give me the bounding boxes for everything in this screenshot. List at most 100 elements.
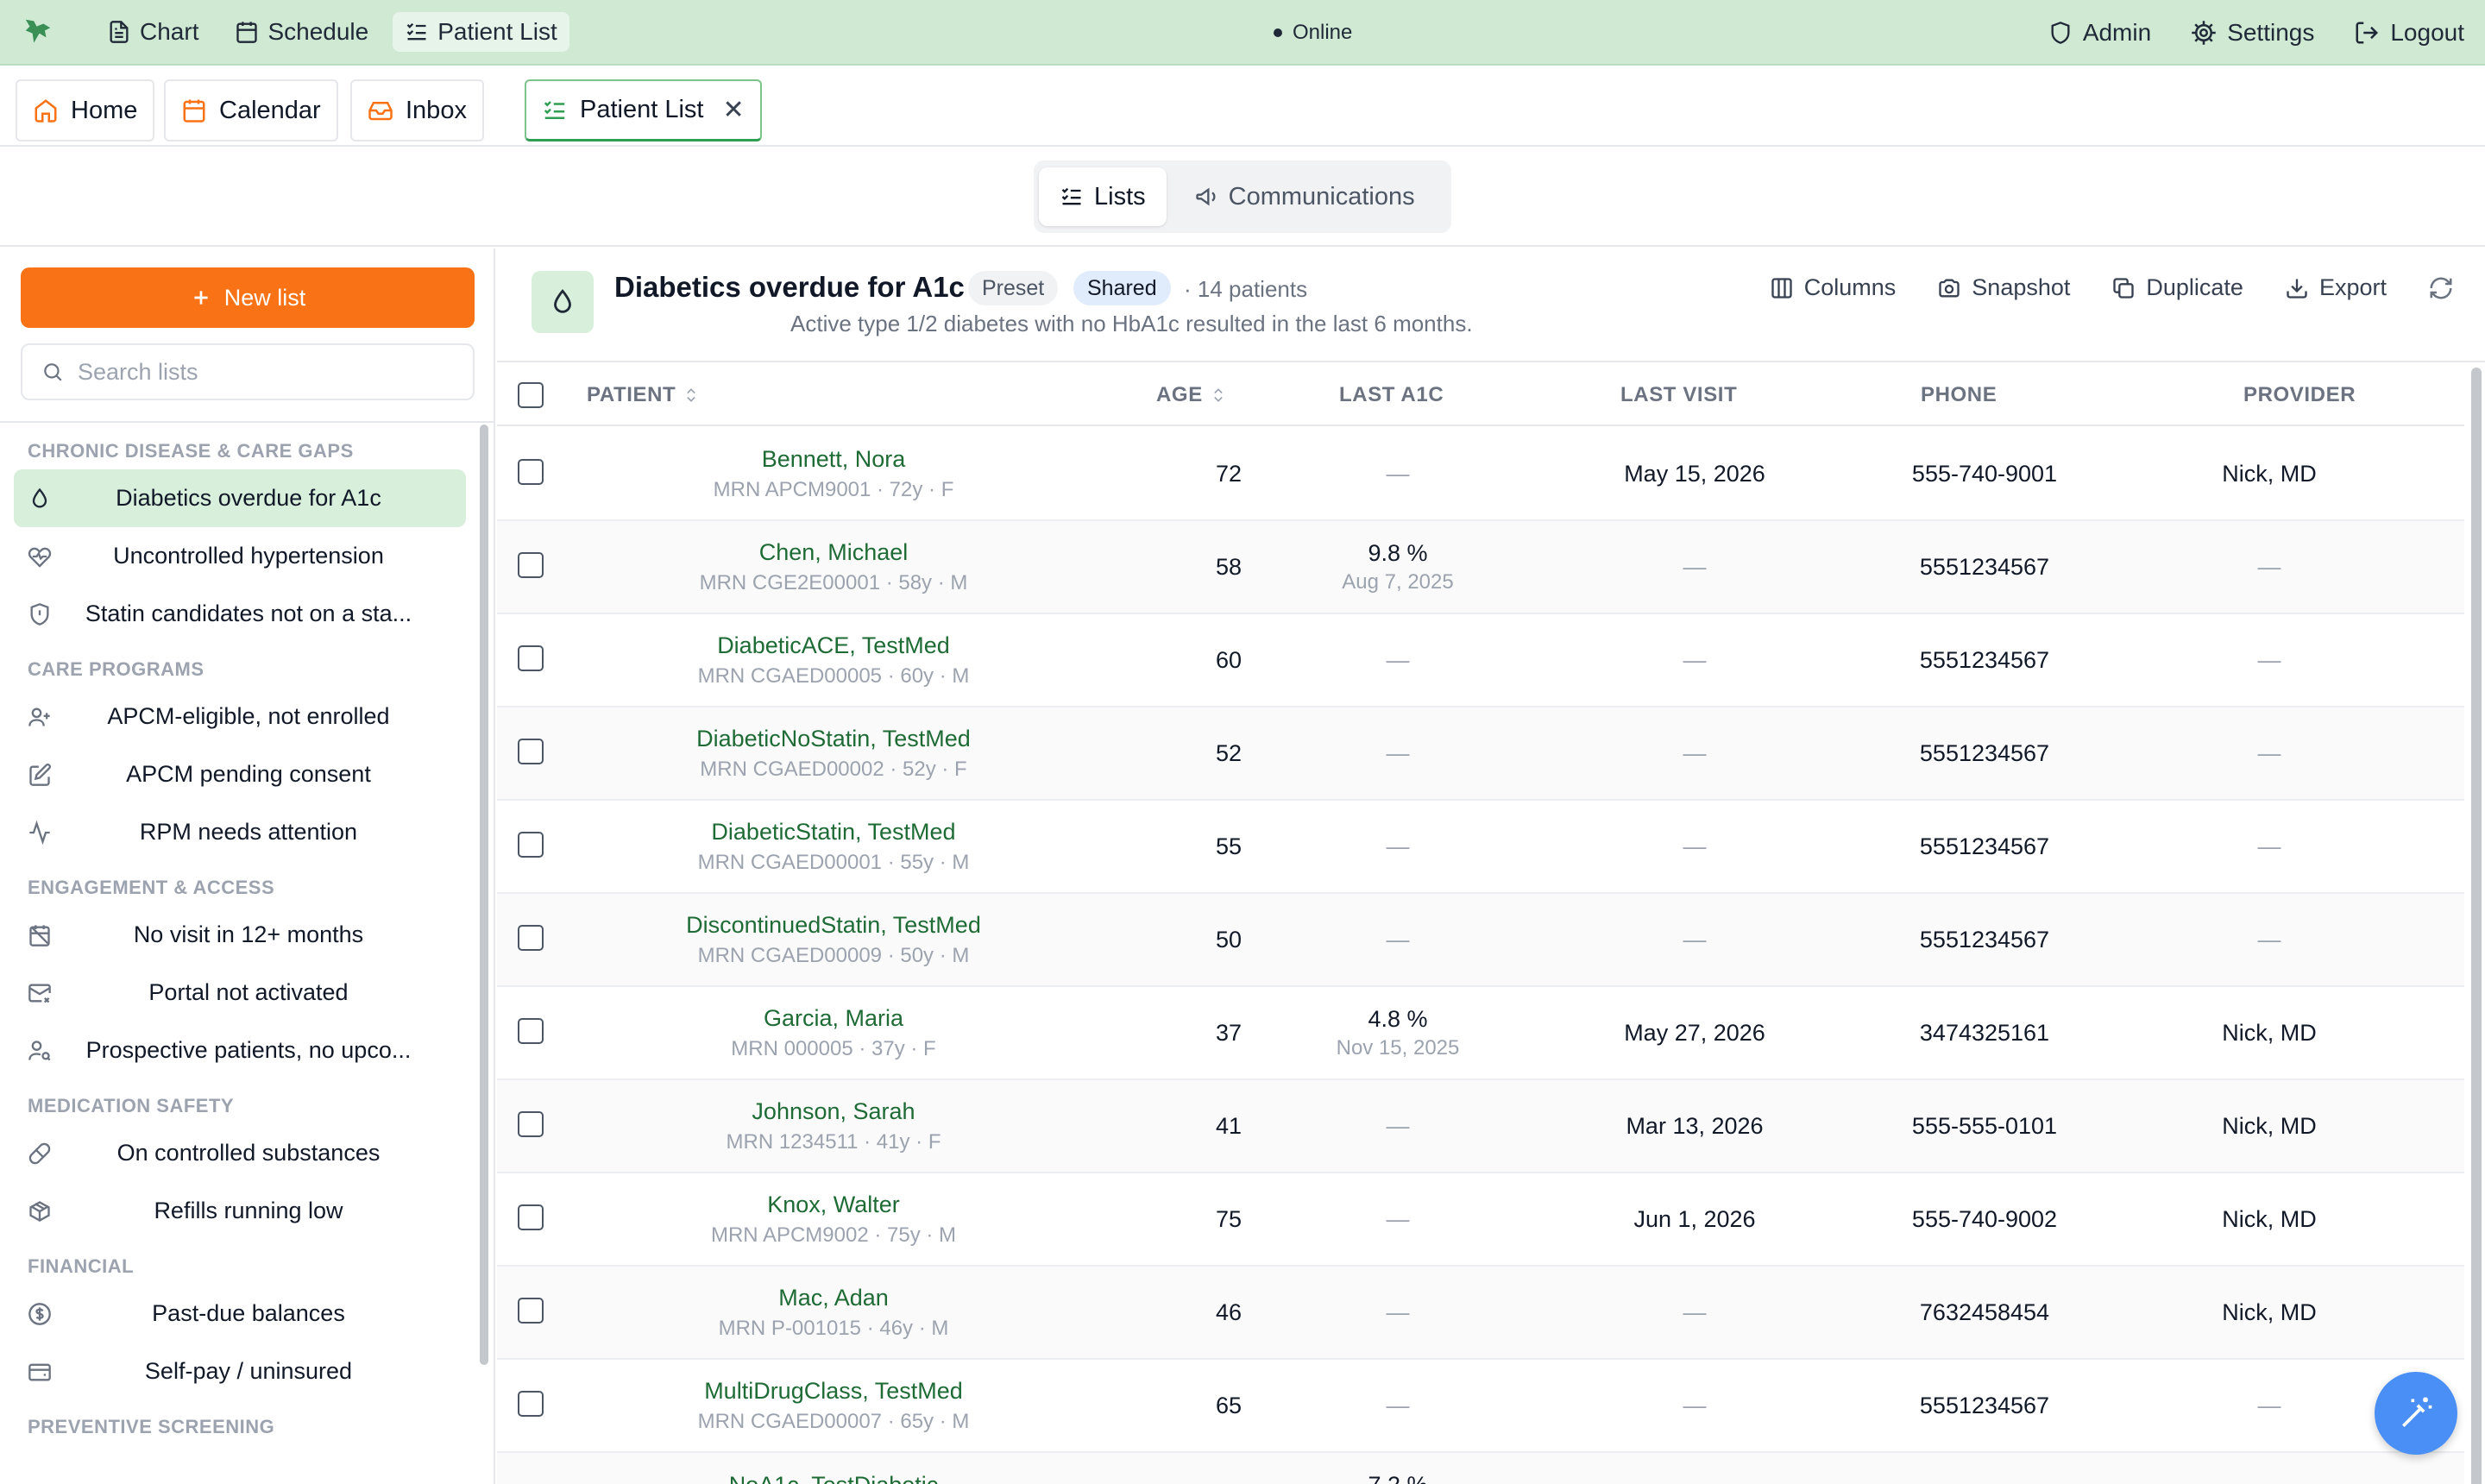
tab-patient-list[interactable]: Patient List ✕ bbox=[525, 79, 762, 141]
row-checkbox[interactable] bbox=[518, 1018, 544, 1044]
sidebar-item-self-pay[interactable]: Self-pay / uninsured bbox=[14, 1343, 466, 1400]
nav-admin[interactable]: Admin bbox=[2048, 19, 2151, 47]
sidebar-item-prospective[interactable]: Prospective patients, no upco... bbox=[14, 1022, 466, 1079]
table-row[interactable]: DiabeticStatin, TestMed MRN CGAED00001 ·… bbox=[497, 801, 2464, 894]
table-row[interactable]: Chen, Michael MRN CGE2E00001 · 58y · M 5… bbox=[497, 521, 2464, 614]
table-row[interactable]: Garcia, Maria MRN 000005 · 37y · F 37 4.… bbox=[497, 987, 2464, 1080]
table-row[interactable]: Bennett, Nora MRN APCM9001 · 72y · F 72 … bbox=[497, 428, 2464, 521]
plus-icon bbox=[194, 291, 208, 305]
sidebar-item-diabetics-overdue[interactable]: Diabetics overdue for A1c bbox=[14, 469, 466, 527]
sidebar-item-uncontrolled-hypertension[interactable]: Uncontrolled hypertension bbox=[14, 527, 466, 585]
nav-logout[interactable]: Logout bbox=[2354, 19, 2464, 47]
nav-chart[interactable]: Chart bbox=[95, 12, 211, 52]
row-checkbox[interactable] bbox=[518, 1391, 544, 1417]
search-lists-input[interactable] bbox=[78, 358, 440, 386]
duplicate-button[interactable]: Duplicate bbox=[2111, 274, 2243, 301]
row-checkbox[interactable] bbox=[518, 832, 544, 858]
patient-name-link[interactable]: DiabeticACE, TestMed bbox=[717, 632, 950, 659]
patient-name-link[interactable]: MultiDrugClass, TestMed bbox=[704, 1378, 963, 1405]
provider-value: — bbox=[2257, 833, 2281, 859]
patient-name-link[interactable]: DiabeticStatin, TestMed bbox=[711, 819, 955, 846]
patient-name-link[interactable]: Knox, Walter bbox=[767, 1192, 900, 1218]
patient-name-link[interactable]: NoA1c, TestDiabetic bbox=[729, 1472, 939, 1484]
a1c-value: — bbox=[1386, 1112, 1410, 1139]
provider-cell: Nick, MD bbox=[2140, 428, 2399, 519]
nav-patient-list[interactable]: Patient List bbox=[393, 12, 569, 52]
sidebar-item-apcm-pending[interactable]: APCM pending consent bbox=[14, 745, 466, 803]
column-header-age[interactable]: AGE bbox=[1156, 364, 1227, 426]
tab-calendar[interactable]: Calendar bbox=[164, 79, 338, 141]
table-row[interactable]: DiabeticACE, TestMed MRN CGAED00005 · 60… bbox=[497, 614, 2464, 707]
table-row[interactable]: Knox, Walter MRN APCM9002 · 75y · M 75 —… bbox=[497, 1173, 2464, 1267]
sidebar-item-portal-not-activated[interactable]: Portal not activated bbox=[14, 964, 466, 1022]
patient-name-link[interactable]: Johnson, Sarah bbox=[752, 1098, 915, 1125]
new-list-button[interactable]: New list bbox=[21, 267, 475, 328]
provider-value: Nick, MD bbox=[2222, 1112, 2317, 1139]
row-checkbox[interactable] bbox=[518, 645, 544, 671]
provider-value: Nick, MD bbox=[2222, 1205, 2317, 1232]
table-row[interactable]: DiscontinuedStatin, TestMed MRN CGAED000… bbox=[497, 894, 2464, 987]
logout-icon bbox=[2356, 22, 2379, 44]
nav-settings[interactable]: Settings bbox=[2191, 19, 2314, 47]
patient-name-link[interactable]: Chen, Michael bbox=[759, 539, 909, 566]
app-logo-icon[interactable] bbox=[19, 13, 57, 51]
table-row[interactable]: MultiDrugClass, TestMed MRN CGAED00007 ·… bbox=[497, 1360, 2464, 1453]
phone-value: 7632458454 bbox=[1919, 1298, 2050, 1325]
phone-cell: 7632458454 bbox=[1855, 1267, 2114, 1358]
sidebar-item-statin-candidates[interactable]: Statin candidates not on a sta... bbox=[14, 585, 466, 643]
sidebar-item-apcm-eligible[interactable]: APCM-eligible, not enrolled bbox=[14, 688, 466, 745]
snapshot-button[interactable]: Snapshot bbox=[1937, 274, 2070, 301]
magic-wand-button[interactable] bbox=[2375, 1372, 2457, 1455]
list-title: Diabetics overdue for A1c bbox=[614, 271, 965, 303]
sidebar-item-no-visit[interactable]: No visit in 12+ months bbox=[14, 906, 466, 964]
row-checkbox[interactable] bbox=[518, 459, 544, 485]
home-icon bbox=[35, 99, 57, 123]
columns-button[interactable]: Columns bbox=[1770, 274, 1896, 301]
row-checkbox[interactable] bbox=[518, 1111, 544, 1137]
table-row[interactable]: Mac, Adan MRN P-001015 · 46y · M 46 — — … bbox=[497, 1267, 2464, 1360]
tab-home[interactable]: Home bbox=[16, 79, 155, 141]
a1c-cell: — bbox=[1277, 1173, 1519, 1265]
patient-name-link[interactable]: Garcia, Maria bbox=[764, 1005, 903, 1032]
top-right-nav: Admin Settings Logout bbox=[2048, 0, 2464, 66]
segment-lists[interactable]: Lists bbox=[1039, 167, 1167, 226]
columns-icon bbox=[1771, 277, 1792, 299]
phone-cell: 555-555-0101 bbox=[1855, 1080, 2114, 1172]
shared-badge: Shared bbox=[1073, 271, 1171, 305]
mail-x-icon bbox=[28, 984, 51, 1003]
nav-schedule[interactable]: Schedule bbox=[223, 12, 381, 52]
row-checkbox[interactable] bbox=[518, 552, 544, 578]
search-lists-box bbox=[21, 343, 475, 400]
patient-name-link[interactable]: DiscontinuedStatin, TestMed bbox=[686, 912, 981, 939]
row-checkbox[interactable] bbox=[518, 1204, 544, 1230]
column-header-patient[interactable]: PATIENT bbox=[587, 364, 700, 426]
export-button[interactable]: Export bbox=[2285, 274, 2387, 301]
patient-name-link[interactable]: Mac, Adan bbox=[778, 1285, 889, 1311]
sidebar-item-controlled-substances[interactable]: On controlled substances bbox=[14, 1124, 466, 1182]
close-icon[interactable]: ✕ bbox=[722, 95, 744, 125]
row-checkbox[interactable] bbox=[518, 925, 544, 951]
segment-communications[interactable]: Communications bbox=[1173, 167, 1436, 226]
a1c-cell: 7.2 % bbox=[1277, 1453, 1519, 1484]
age-value: 46 bbox=[1215, 1298, 1242, 1325]
patient-mrn: MRN APCM9002 · 75y · M bbox=[710, 1223, 957, 1247]
table-scrollbar[interactable] bbox=[2471, 368, 2482, 1484]
shield-outline-icon bbox=[30, 603, 49, 626]
sidebar-scrollbar[interactable] bbox=[480, 424, 488, 1365]
table-row[interactable]: Johnson, Sarah MRN 1234511 · 41y · F 41 … bbox=[497, 1080, 2464, 1173]
patient-cell: Chen, Michael MRN CGE2E00001 · 58y · M bbox=[592, 521, 1075, 613]
sidebar-item-past-due[interactable]: Past-due balances bbox=[14, 1285, 466, 1343]
select-all-checkbox[interactable] bbox=[518, 382, 544, 408]
visit-cell: May 15, 2026 bbox=[1565, 428, 1824, 519]
patient-name-link[interactable]: Bennett, Nora bbox=[762, 446, 906, 473]
visit-cell: May 27, 2026 bbox=[1565, 987, 1824, 1078]
row-checkbox[interactable] bbox=[518, 739, 544, 764]
tab-inbox[interactable]: Inbox bbox=[350, 79, 484, 141]
table-row[interactable]: NoA1c, TestDiabetic 7.2 % bbox=[497, 1453, 2464, 1484]
sidebar-item-rpm-attention[interactable]: RPM needs attention bbox=[14, 803, 466, 861]
refresh-button[interactable] bbox=[2428, 275, 2454, 301]
table-row[interactable]: DiabeticNoStatin, TestMed MRN CGAED00002… bbox=[497, 707, 2464, 801]
patient-name-link[interactable]: DiabeticNoStatin, TestMed bbox=[696, 726, 971, 752]
sidebar-item-refills-low[interactable]: Refills running low bbox=[14, 1182, 466, 1240]
row-checkbox[interactable] bbox=[518, 1298, 544, 1324]
